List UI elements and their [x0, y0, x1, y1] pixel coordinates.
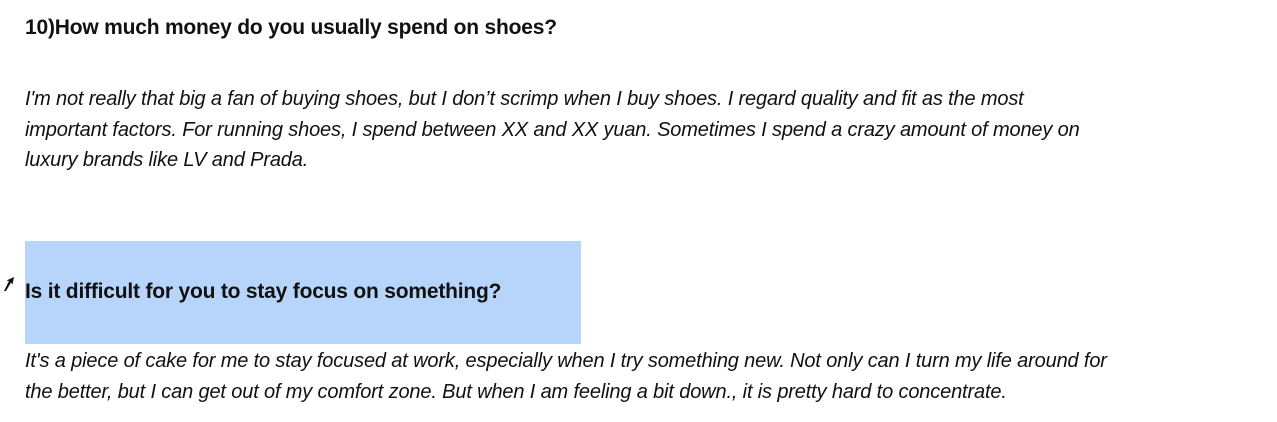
question-heading[interactable]: 10)How much money do you usually spend o… — [25, 16, 557, 40]
answer-line: luxury brands like LV and Prada. — [25, 149, 309, 171]
question-heading-selected[interactable]: Is it difficult for you to stay focus on… — [25, 280, 502, 304]
answer-line: the better, but I can get out of my comf… — [25, 380, 1007, 403]
mouse-pointer-icon — [4, 277, 14, 291]
answer-paragraph[interactable]: It's a piece of cake for me to stay focu… — [25, 346, 1275, 407]
answer-line: It's a piece of cake for me to stay focu… — [25, 350, 1107, 372]
answer-line: important factors. For running shoes, I … — [25, 118, 1080, 141]
document-page: 10)How much money do you usually spend o… — [0, 0, 1277, 422]
answer-line: I'm not really that big a fan of buying … — [25, 88, 1024, 110]
answer-paragraph[interactable]: I'm not really that big a fan of buying … — [25, 84, 1255, 176]
